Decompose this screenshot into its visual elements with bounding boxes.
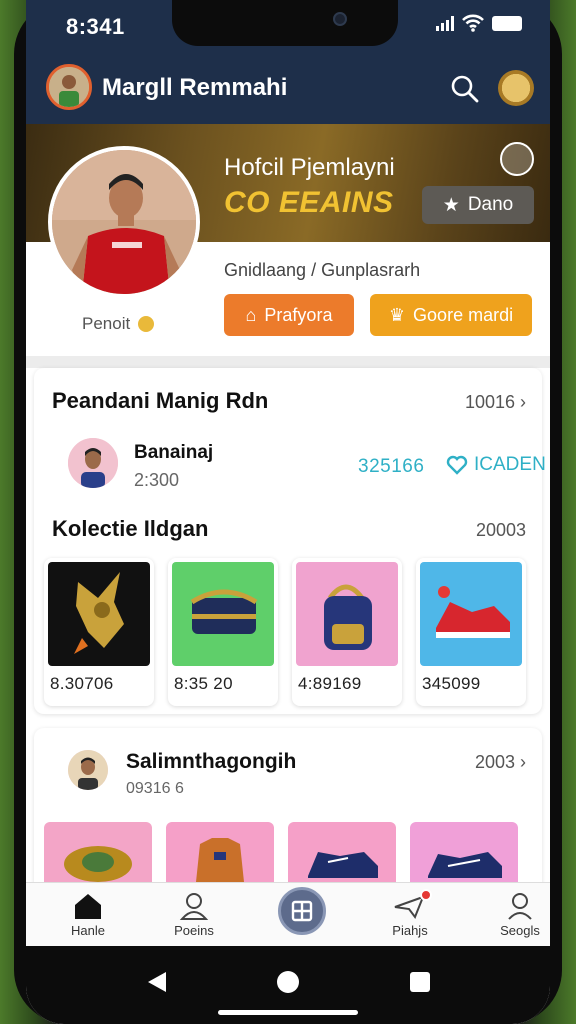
ring-icon[interactable] (44, 822, 152, 882)
signal-icon (436, 15, 454, 31)
person-icon (179, 893, 209, 920)
house-icon: ⌂ (245, 304, 257, 325)
banner-title: Hofcil Pjemlayni (224, 154, 395, 181)
section2-count[interactable]: 2003 › (475, 752, 526, 773)
row-name: Banainaj (134, 442, 214, 463)
bottom-nav: Hanle Poeins Piahjs Seogls (26, 882, 550, 946)
status-time: 8:341 (66, 14, 125, 39)
section2-subtitle: 09316 6 (126, 780, 184, 797)
profile-handle: Gnidlaang / Gunplasrarh (224, 260, 421, 280)
collection-item[interactable]: 4:89169 (292, 558, 402, 706)
recents-icon[interactable] (408, 970, 432, 994)
secondary-action-button[interactable]: ♛ Goore mardi (370, 294, 532, 336)
home-icon (75, 894, 101, 919)
collection-title: Kolectie Ildgan (52, 516, 209, 541)
grid-icon (291, 900, 313, 922)
activity-card: Peandani Manig Rdn 10016 › Banainaj 2:30… (34, 368, 546, 714)
profile-name-label: Penoit (82, 314, 155, 334)
nav-flight[interactable]: Piahjs (370, 889, 450, 945)
screen: 8:341 Margll Remmahi Hofcil Pjemlayni CO… (26, 0, 550, 1024)
user-icon (508, 893, 532, 920)
star-icon: ★ (442, 194, 460, 216)
section2-title: Salimnthagongih (126, 750, 297, 773)
row-number: 325166 (358, 456, 425, 477)
app-title: Margll Remmahi (102, 74, 288, 101)
system-nav-bar (26, 946, 550, 1024)
nav-center-button[interactable] (278, 887, 326, 935)
profile-hero: Hofcil Pjemlayni CO EEAINS ★ Dano Penoit… (26, 124, 550, 364)
phone-frame: 8:341 Margll Remmahi Hofcil Pjemlayni CO… (14, 0, 562, 1024)
section-count[interactable]: 10016 › (465, 392, 526, 413)
boot-icon[interactable] (410, 822, 518, 882)
search-icon[interactable] (450, 74, 480, 104)
section-title: Peandani Manig Rdn (52, 388, 269, 413)
section-divider (26, 356, 550, 368)
user-avatar[interactable] (46, 64, 92, 110)
home-circle-icon[interactable] (274, 968, 302, 996)
nav-user[interactable]: Seogls (480, 889, 550, 945)
collection-item[interactable]: 8.30706 (44, 558, 154, 706)
status-icons (436, 14, 522, 32)
battery-icon (492, 15, 522, 31)
collection-item[interactable]: 8:35 20 (168, 558, 278, 706)
banner-subtitle: CO EEAINS (224, 186, 394, 219)
recommended-card: Salimnthagongih 09316 6 2003 › (34, 728, 542, 898)
sneaker-icon (420, 562, 522, 666)
item-price: 8:35 20 (174, 674, 233, 693)
primary-action-button[interactable]: ⌂ Prafyora (224, 294, 354, 336)
gift-icon: ♛ (388, 304, 406, 325)
verified-badge-icon (138, 316, 155, 332)
section2-thumbs (44, 822, 518, 882)
jersey-icon[interactable] (166, 822, 274, 882)
row-avatar[interactable] (68, 438, 118, 488)
boot-icon[interactable] (288, 822, 396, 882)
notification-badge (420, 889, 432, 901)
backpack-icon (296, 562, 398, 666)
item-price: 8.30706 (50, 674, 114, 693)
item-price: 345099 (422, 674, 481, 693)
bag-icon (172, 562, 274, 666)
profile-photo (48, 146, 200, 298)
collection-list: 8.30706 8:35 20 4:89169 345099 (44, 558, 526, 706)
back-icon[interactable] (146, 970, 168, 994)
shield-icon[interactable] (500, 142, 534, 176)
heart-icon (446, 455, 468, 475)
collection-count: 20003 (475, 520, 526, 540)
coin-icon[interactable] (498, 70, 534, 106)
app-bar: Margll Remmahi (26, 50, 550, 124)
date-button-label: Dano (467, 194, 514, 215)
item-price: 4:89169 (298, 674, 362, 693)
nav-profile[interactable]: Poeins (154, 889, 234, 945)
date-button[interactable]: ★ Dano (422, 186, 534, 224)
notch (172, 0, 398, 46)
gold-trophy-icon (48, 562, 150, 666)
nav-home[interactable]: Hanle (48, 889, 128, 945)
favorite-link[interactable]: ICADEN (446, 454, 546, 476)
collection-item[interactable]: 345099 (416, 558, 526, 706)
wifi-icon (462, 14, 484, 32)
section2-avatar[interactable] (68, 750, 108, 790)
home-indicator[interactable] (218, 1010, 358, 1015)
camera-icon (333, 12, 347, 26)
row-subtitle: 2:300 (134, 470, 180, 490)
